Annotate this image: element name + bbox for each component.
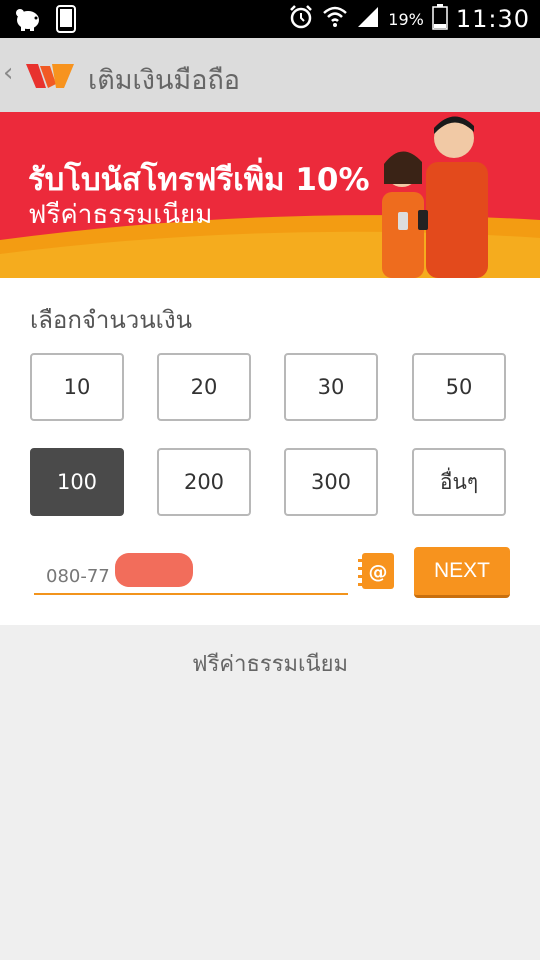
clock: 11:30: [455, 5, 530, 33]
svg-text:@: @: [369, 561, 388, 583]
battery-percent: 19%: [388, 9, 424, 29]
chevron-left-icon[interactable]: ‹: [3, 58, 13, 88]
promo-banner[interactable]: รับโบนัสโทรฟรีเพิ่ม 10% ฟรีค่าธรรมเนียม: [0, 112, 540, 278]
piggy-bank-icon: [14, 7, 42, 35]
phone-icon: [56, 5, 76, 37]
status-bar: 19% 11:30: [0, 0, 540, 38]
banner-people-image: [382, 116, 488, 278]
amount-option-300[interactable]: 300: [284, 448, 378, 516]
topup-form: เลือกจำนวนเงิน 10 20 30 50 100 200 300 อ…: [0, 278, 540, 625]
app-bar: ‹ เติมเงินมือถือ: [0, 38, 540, 112]
battery-icon: [432, 4, 448, 34]
amount-option-30[interactable]: 30: [284, 353, 378, 421]
banner-subline: ฟรีค่าธรรมเนียม: [28, 200, 213, 230]
next-button[interactable]: NEXT: [414, 547, 510, 598]
amount-option-other[interactable]: อื่นๆ: [412, 448, 506, 516]
fee-note: ฟรีค่าธรรมเนียม: [192, 652, 348, 677]
amount-option-10[interactable]: 10: [30, 353, 124, 421]
contacts-book-icon[interactable]: @: [356, 551, 396, 595]
amount-option-100[interactable]: 100: [30, 448, 124, 516]
amount-label: เลือกจำนวนเงิน: [30, 306, 193, 334]
alarm-icon: [288, 4, 314, 34]
amount-option-200[interactable]: 200: [157, 448, 251, 516]
signal-icon: [356, 5, 380, 33]
wifi-icon: [322, 4, 348, 34]
app-logo: [26, 60, 76, 94]
page-title: เติมเงินมือถือ: [88, 65, 241, 96]
amount-option-50[interactable]: 50: [412, 353, 506, 421]
redaction-mark: [115, 553, 193, 587]
amount-option-20[interactable]: 20: [157, 353, 251, 421]
